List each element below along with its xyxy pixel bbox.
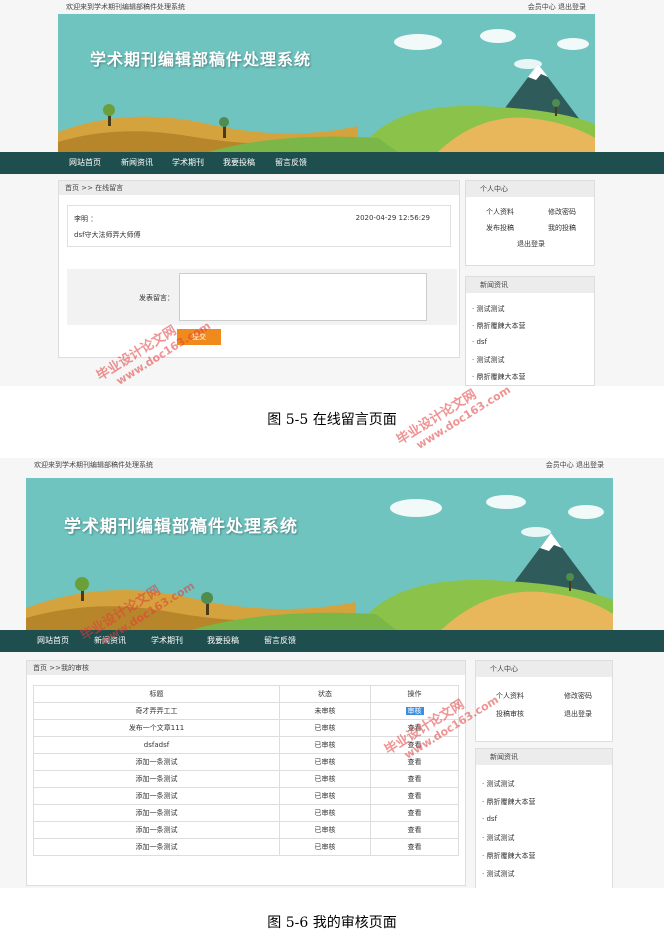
landscape-illustration <box>58 29 595 152</box>
news-item[interactable]: · dsf <box>482 815 497 823</box>
message-content: dsf守大法师弄大师傅 <box>74 231 141 239</box>
link-change-password[interactable]: 修改密码 <box>564 691 592 701</box>
banner: 学术期刊编辑部稿件处理系统 <box>58 14 595 152</box>
table-row: 奇才弄弄工工 未审核 审核 <box>33 702 459 720</box>
news-title: 新闻资讯 <box>476 749 612 765</box>
banner-title: 学术期刊编辑部稿件处理系统 <box>90 50 312 69</box>
row-title: 添加一条测试 <box>33 821 280 839</box>
view-link[interactable]: 查看 <box>370 770 459 788</box>
row-title: 添加一条测试 <box>33 770 280 788</box>
view-link[interactable]: 查看 <box>370 838 459 856</box>
row-title: 添加一条测试 <box>33 753 280 771</box>
header-status: 状态 <box>279 685 371 703</box>
row-status: 已审核 <box>279 753 371 771</box>
nav-submit[interactable]: 我要投稿 <box>207 630 239 652</box>
screenshot-online-message: 欢迎来到学术期刊编辑部稿件处理系统 会员中心 退出登录 学术期刊编辑部稿件处理系… <box>0 0 664 386</box>
member-center-link[interactable]: 会员中心 <box>528 3 556 11</box>
top-bar: 欢迎来到学术期刊编辑部稿件处理系统 会员中心 退出登录 <box>0 458 664 472</box>
news-item[interactable]: · 鼎折覆餗大本营 <box>472 321 525 331</box>
row-status: 已审核 <box>279 736 371 754</box>
nav-feedback[interactable]: 留言反馈 <box>264 630 296 652</box>
news-box: 新闻资讯 · 测试测试 · 鼎折覆餗大本营 · dsf · 测试测试 · 鼎折覆… <box>465 276 595 386</box>
welcome-text: 欢迎来到学术期刊编辑部稿件处理系统 <box>34 461 153 469</box>
main-nav: 网站首页 新闻资讯 学术期刊 我要投稿 留言反馈 <box>0 152 664 174</box>
news-item[interactable]: · 测试测试 <box>482 833 514 843</box>
row-status: 未审核 <box>279 702 371 720</box>
review-button[interactable]: 审核 <box>405 707 424 715</box>
row-title: 添加一条测试 <box>33 804 280 822</box>
view-link[interactable]: 查看 <box>370 787 459 805</box>
top-links: 会员中心 退出登录 <box>546 458 604 472</box>
link-profile[interactable]: 个人资料 <box>496 691 524 701</box>
row-status: 已审核 <box>279 821 371 839</box>
caption-figure-5-6: 图 5-6 我的审核页面 <box>267 915 397 931</box>
logout-link[interactable]: 退出登录 <box>576 461 604 469</box>
message-user: 李明 ： <box>74 215 98 223</box>
screenshot-my-review: 欢迎来到学术期刊编辑部稿件处理系统 会员中心 退出登录 学术期刊编辑部稿件处理系… <box>0 458 664 888</box>
member-center-link[interactable]: 会员中心 <box>546 461 574 469</box>
nav-submit[interactable]: 我要投稿 <box>223 152 255 174</box>
row-title: 奇才弄弄工工 <box>33 702 280 720</box>
table-header-row: 标题 状态 操作 <box>33 685 459 703</box>
top-bar: 欢迎来到学术期刊编辑部稿件处理系统 会员中心 退出登录 <box>0 0 664 14</box>
link-logout[interactable]: 退出登录 <box>564 709 592 719</box>
table-row: 添加一条测试 已审核 查看 <box>33 787 459 805</box>
nav-journal[interactable]: 学术期刊 <box>172 152 204 174</box>
row-title: 发布一个文章111 <box>33 719 280 737</box>
nav-home[interactable]: 网站首页 <box>37 630 69 652</box>
news-item[interactable]: · 测试测试 <box>472 355 504 365</box>
personal-center-title: 个人中心 <box>466 181 594 197</box>
news-item[interactable]: · 鼎折覆餗大本营 <box>482 797 535 807</box>
row-title: dsfadsf <box>33 736 280 754</box>
nav-journal[interactable]: 学术期刊 <box>151 630 183 652</box>
link-review-submissions[interactable]: 投稿审核 <box>496 709 524 719</box>
welcome-text: 欢迎来到学术期刊编辑部稿件处理系统 <box>66 3 185 11</box>
table-row: 添加一条测试 已审核 查看 <box>33 821 459 839</box>
row-title: 添加一条测试 <box>33 787 280 805</box>
message-item: 李明 ： 2020-04-29 12:56:29 dsf守大法师弄大师傅 <box>67 205 451 247</box>
news-item[interactable]: · 测试测试 <box>482 779 514 789</box>
top-links: 会员中心 退出登录 <box>528 0 586 14</box>
news-title: 新闻资讯 <box>466 277 594 293</box>
personal-center-box: 个人中心 个人资料 修改密码 发布投稿 我的投稿 退出登录 <box>465 180 595 266</box>
row-status: 已审核 <box>279 838 371 856</box>
link-logout[interactable]: 退出登录 <box>517 239 545 249</box>
table-row: 添加一条测试 已审核 查看 <box>33 770 459 788</box>
breadcrumb: 首页 >> 在线留言 <box>59 181 459 195</box>
news-item[interactable]: · 鼎折覆餗大本营 <box>482 851 535 861</box>
logout-link[interactable]: 退出登录 <box>558 3 586 11</box>
banner-title: 学术期刊编辑部稿件处理系统 <box>64 517 298 537</box>
caption-figure-5-5: 图 5-5 在线留言页面 <box>267 412 397 428</box>
header-title: 标题 <box>33 685 280 703</box>
row-title: 添加一条测试 <box>33 838 280 856</box>
news-item[interactable]: · 测试测试 <box>482 869 514 879</box>
news-item[interactable]: · 测试测试 <box>472 304 504 314</box>
link-profile[interactable]: 个人资料 <box>486 207 514 217</box>
row-status: 已审核 <box>279 719 371 737</box>
link-change-password[interactable]: 修改密码 <box>548 207 576 217</box>
review-table: 标题 状态 操作 奇才弄弄工工 未审核 审核 发布一个文章111 已审核 查看 dsfa… <box>33 685 459 856</box>
link-post-submission[interactable]: 发布投稿 <box>486 223 514 233</box>
message-time: 2020-04-29 12:56:29 <box>355 214 430 222</box>
view-link[interactable]: 查看 <box>370 804 459 822</box>
message-textarea[interactable] <box>179 273 427 321</box>
table-row: 添加一条测试 已审核 查看 <box>33 838 459 856</box>
main-panel: 首页 >> 在线留言 李明 ： 2020-04-29 12:56:29 dsf守… <box>58 180 460 358</box>
view-link[interactable]: 查看 <box>370 821 459 839</box>
personal-center-title: 个人中心 <box>476 661 612 677</box>
nav-news[interactable]: 新闻资讯 <box>121 152 153 174</box>
message-form: 发表留言： <box>67 269 457 325</box>
nav-home[interactable]: 网站首页 <box>69 152 101 174</box>
row-status: 已审核 <box>279 770 371 788</box>
news-box: 新闻资讯 · 测试测试 · 鼎折覆餗大本营 · dsf · 测试测试 · 鼎折覆… <box>475 748 613 888</box>
main-panel: 首页 >>我的审核 标题 状态 操作 奇才弄弄工工 未审核 审核 发布一个文章111… <box>26 660 466 886</box>
news-item[interactable]: · dsf <box>472 338 487 346</box>
nav-feedback[interactable]: 留言反馈 <box>275 152 307 174</box>
message-label: 发表留言： <box>139 294 174 302</box>
table-row: 添加一条测试 已审核 查看 <box>33 804 459 822</box>
breadcrumb: 首页 >>我的审核 <box>27 661 465 675</box>
row-status: 已审核 <box>279 804 371 822</box>
link-my-submissions[interactable]: 我的投稿 <box>548 223 576 233</box>
row-status: 已审核 <box>279 787 371 805</box>
